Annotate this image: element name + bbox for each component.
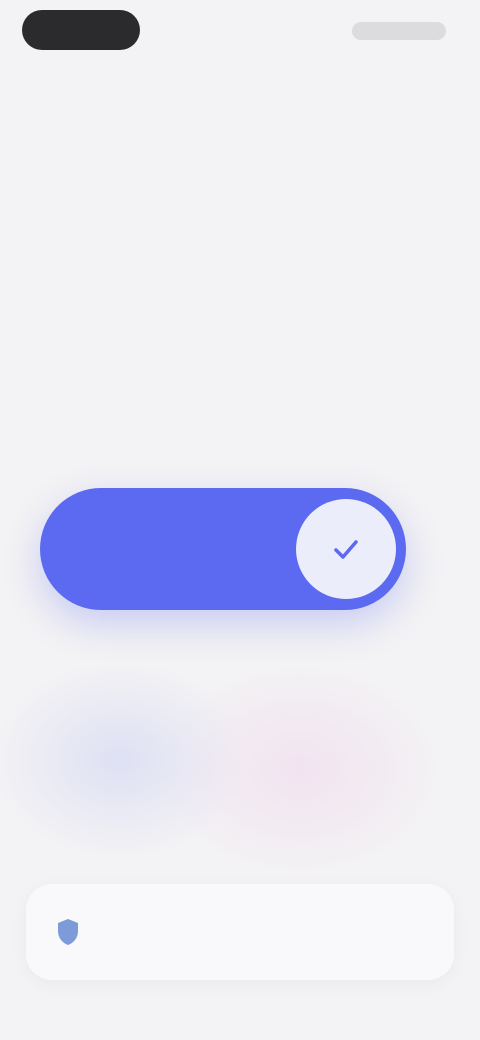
status-indicators	[352, 22, 446, 40]
background-gradient	[0, 600, 480, 920]
swipe-to-confirm-slider[interactable]	[40, 488, 406, 610]
info-card	[26, 884, 454, 980]
shield-icon	[52, 916, 84, 948]
check-icon	[334, 540, 358, 559]
status-time-pill	[22, 10, 140, 50]
slider-knob[interactable]	[296, 499, 396, 599]
